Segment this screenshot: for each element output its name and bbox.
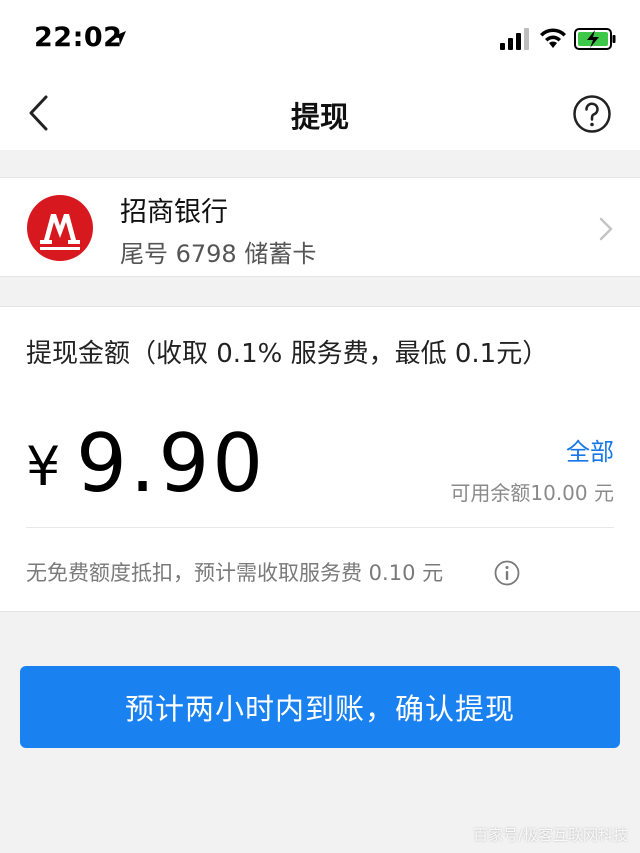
bank-card-selector[interactable]: 招商银行 尾号 6798 储蓄卡 (0, 177, 640, 277)
watermark: 百家号/极客互联网科技 (472, 826, 628, 844)
bank-name: 招商银行 (120, 197, 228, 228)
help-question-icon[interactable] (572, 94, 612, 134)
fee-note: 无免费额度抵扣，预计需收取服务费 0.10 元 (26, 561, 444, 585)
page-title: 提现 (290, 100, 349, 134)
withdraw-all-link[interactable]: 全部 (566, 432, 614, 467)
battery-charging-icon (574, 28, 616, 50)
cellular-signal-icon (500, 28, 529, 50)
status-bar: 22:02 (0, 0, 640, 76)
divider (26, 527, 614, 528)
cmb-bank-logo (27, 195, 93, 261)
info-icon[interactable] (494, 560, 520, 586)
confirm-withdraw-button[interactable]: 预计两小时内到账，确认提现 (20, 666, 620, 748)
withdraw-panel: 提现金额（收取 0.1% 服务费，最低 0.1元） ¥ 全部 可用余额10.00… (0, 306, 640, 612)
available-balance: 可用余额10.00 元 (450, 481, 614, 505)
bank-card-info: 尾号 6798 储蓄卡 (120, 240, 317, 268)
currency-symbol: ¥ (26, 435, 61, 498)
amount-input[interactable] (76, 417, 376, 510)
location-arrow-icon (112, 31, 126, 45)
chevron-right-icon (599, 217, 613, 241)
wifi-icon (540, 28, 566, 48)
nav-bar: 提现 (0, 76, 640, 150)
amount-label: 提现金额（收取 0.1% 服务费，最低 0.1元） (26, 339, 549, 369)
